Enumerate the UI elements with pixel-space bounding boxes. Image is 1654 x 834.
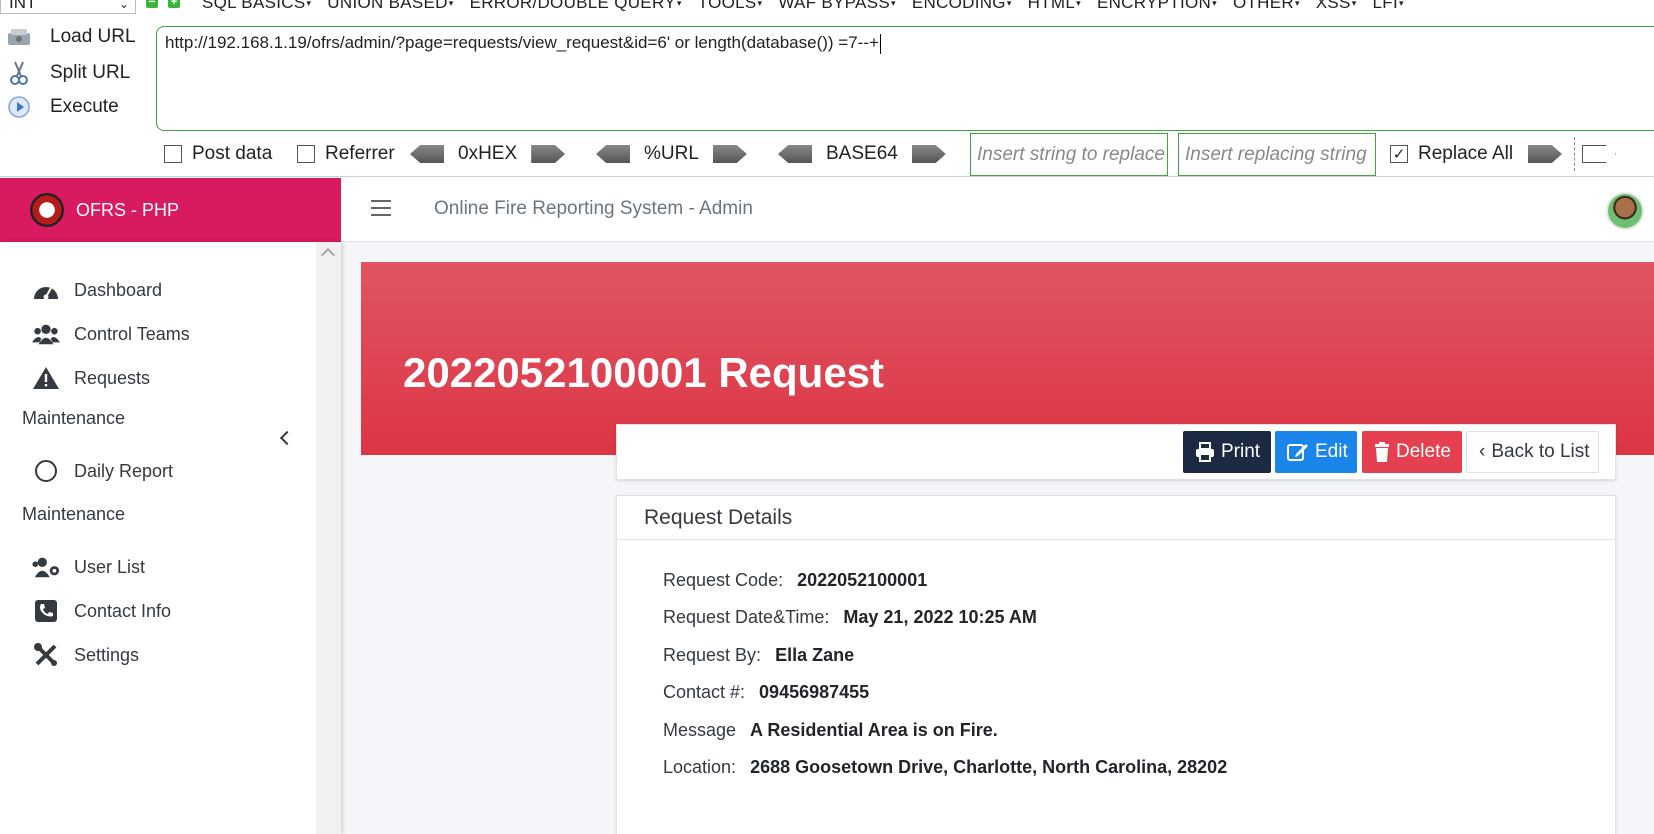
hackbar-panel: INT ⌄ − + SQL BASICS▾ UNION BASED▾ ERROR… xyxy=(0,0,1654,177)
text-cursor xyxy=(879,33,881,54)
sidebar: Dashboard Control Teams Requests Mainten… xyxy=(0,242,341,834)
page-title: 2022052100001 Request xyxy=(403,349,885,396)
replace-go-button[interactable] xyxy=(1528,141,1562,167)
hackbar-menus: SQL BASICS▾ UNION BASED▾ ERROR/DOUBLE QU… xyxy=(202,0,1404,13)
hackbar-type-select[interactable]: INT ⌄ xyxy=(0,0,136,14)
check-icon: ✓ xyxy=(1390,145,1408,163)
detail-row-request-by: Request By: Ella Zane xyxy=(663,645,855,665)
detail-row-request-code: Request Code: 2022052100001 xyxy=(663,570,928,590)
url-textarea[interactable]: http://192.168.1.19/ofrs/admin/?page=req… xyxy=(156,26,1654,131)
sidebar-item-settings[interactable]: Settings xyxy=(32,640,139,670)
replace-string-input[interactable]: Insert string to replace xyxy=(970,133,1168,176)
menu-html[interactable]: HTML▾ xyxy=(1028,0,1081,13)
arrow-left-icon[interactable] xyxy=(778,145,812,163)
fire-logo-icon xyxy=(30,193,64,227)
sidebar-scrollbar[interactable] xyxy=(316,242,341,834)
chevron-down-icon: ⌄ xyxy=(118,0,129,11)
play-icon xyxy=(6,94,32,120)
hackbar-type-value: INT xyxy=(9,0,37,12)
scissors-icon xyxy=(6,60,32,86)
card-title: Request Details xyxy=(617,496,1615,540)
tachometer-icon xyxy=(32,277,60,303)
nav-title: Online Fire Reporting System - Admin xyxy=(434,198,753,219)
hackbar-options: Post data Referrer 0xHEX %URL BASE64 Ins… xyxy=(0,133,1654,176)
main-content: 2022052100001 Request Print Edit Delete xyxy=(341,242,1654,834)
url-encoder: %URL xyxy=(596,141,747,167)
menu-tools[interactable]: TOOLS▾ xyxy=(698,0,763,13)
hackbar-menubar: INT ⌄ − + SQL BASICS▾ UNION BASED▾ ERROR… xyxy=(0,0,1654,16)
sidebar-item-daily-report[interactable]: Daily Report xyxy=(32,456,173,486)
split-url-button[interactable]: Split URL xyxy=(6,58,130,88)
chevron-left-icon: ‹ xyxy=(1479,441,1486,462)
replace-all-checkbox[interactable]: ✓ Replace All xyxy=(1390,141,1513,167)
sidebar-header-maintenance: Maintenance xyxy=(22,408,126,428)
menu-encryption[interactable]: ENCRYPTION▾ xyxy=(1097,0,1217,13)
minus-icon[interactable]: − xyxy=(146,0,158,8)
load-url-button[interactable]: Load URL xyxy=(6,22,136,52)
brand-link[interactable]: OFRS - PHP xyxy=(0,178,341,242)
execute-button[interactable]: Execute xyxy=(6,92,119,122)
app-window: OFRS - PHP Online Fire Reporting System … xyxy=(0,178,1654,834)
delete-button[interactable]: Delete xyxy=(1362,431,1462,473)
chevron-left-icon xyxy=(279,430,295,446)
circle-icon xyxy=(32,458,60,484)
referrer-checkbox[interactable]: Referrer xyxy=(297,141,395,167)
arrow-right-icon[interactable] xyxy=(712,145,747,163)
checkbox-box xyxy=(164,145,182,163)
user-avatar[interactable] xyxy=(1606,192,1644,230)
checkbox-box xyxy=(297,145,315,163)
print-icon xyxy=(1195,442,1215,462)
menu-xss[interactable]: XSS▾ xyxy=(1316,0,1357,13)
edit-button[interactable]: Edit xyxy=(1275,431,1357,473)
action-toolbar: Print Edit Delete ‹ Back to List xyxy=(616,424,1616,480)
sidebar-item-requests[interactable]: Requests xyxy=(32,363,150,393)
users-cog-icon xyxy=(32,554,60,580)
plus-icon[interactable]: + xyxy=(168,0,180,8)
menu-other[interactable]: OTHER▾ xyxy=(1233,0,1300,13)
users-icon xyxy=(32,321,60,347)
detail-row-location: Location: 2688 Goosetown Drive, Charlotte… xyxy=(663,757,1228,777)
arrow-right-icon[interactable] xyxy=(911,145,946,163)
arrow-left-icon[interactable] xyxy=(410,145,444,163)
post-data-checkbox[interactable]: Post data xyxy=(164,141,272,167)
hex-encoder: 0xHEX xyxy=(410,141,566,167)
detail-row-request-datetime: Request Date&Time: May 21, 2022 10:25 AM xyxy=(663,607,1037,627)
back-to-list-button[interactable]: ‹ Back to List xyxy=(1466,431,1599,473)
trash-icon xyxy=(1374,442,1390,462)
sidebar-item-control-teams[interactable]: Control Teams xyxy=(32,319,190,349)
replacing-string-input[interactable]: Insert replacing string xyxy=(1178,133,1376,176)
phone-square-icon xyxy=(32,598,60,624)
arrow-left-icon[interactable] xyxy=(596,145,630,163)
sidebar-item-contact-info[interactable]: Contact Info xyxy=(32,596,171,626)
tools-icon xyxy=(32,642,60,668)
sidebar-item-user-list[interactable]: User List xyxy=(32,552,145,582)
print-button[interactable]: Print xyxy=(1183,431,1271,473)
arrow-right-icon xyxy=(1528,145,1562,163)
menu-error-double-query[interactable]: ERROR/DOUBLE QUERY▾ xyxy=(470,0,682,13)
detail-row-contact: Contact #: 09456987455 xyxy=(663,682,870,702)
edit-icon xyxy=(1287,442,1309,462)
arrow-right-outline-icon xyxy=(1582,145,1616,163)
divider xyxy=(1574,137,1575,171)
menu-union-based[interactable]: UNION BASED▾ xyxy=(327,0,453,13)
sidebar-header-maintenance: Maintenance xyxy=(22,504,126,524)
chevron-up-icon xyxy=(320,247,336,263)
arrow-right-icon[interactable] xyxy=(531,145,566,163)
detail-row-message: Message A Residential Area is on Fire. xyxy=(663,720,998,740)
top-navbar: Online Fire Reporting System - Admin xyxy=(341,178,1654,242)
request-details-card: Request Details Request Code: 20220521000… xyxy=(616,495,1616,834)
warning-icon xyxy=(32,365,60,391)
menu-waf-bypass[interactable]: WAF BYPASS▾ xyxy=(778,0,895,13)
menu-lfi[interactable]: LFI▾ xyxy=(1373,0,1404,13)
menu-encoding[interactable]: ENCODING▾ xyxy=(912,0,1012,13)
hamburger-menu-icon[interactable] xyxy=(371,200,391,216)
sidebar-item-dashboard[interactable]: Dashboard xyxy=(32,275,162,305)
base64-encoder: BASE64 xyxy=(778,141,946,167)
load-url-icon xyxy=(6,24,32,50)
replace-go-alt-button[interactable] xyxy=(1582,141,1616,167)
menu-sql-basics[interactable]: SQL BASICS▾ xyxy=(202,0,311,13)
